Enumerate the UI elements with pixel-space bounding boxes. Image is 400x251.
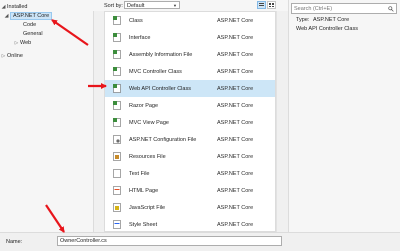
list-view-button[interactable] [257,1,266,9]
tree-item-general[interactable]: General [23,30,43,38]
expand-arrow-icon[interactable]: ▷ [13,39,20,47]
razor-page-icon [113,101,121,110]
installed-header[interactable]: ◢ Installed [0,3,28,11]
list-view-icon [259,3,264,6]
template-item[interactable]: HTML Page ASP.NET Core [105,182,275,199]
html-page-icon [113,186,121,195]
collapse-arrow-icon[interactable]: ◢ [3,12,10,20]
template-item[interactable]: Style Sheet ASP.NET Core [105,216,275,231]
type-label: Type: [296,17,310,23]
search-icon[interactable] [388,6,394,12]
template-name: ASP.NET Configuration File [129,137,197,143]
name-input[interactable] [58,237,282,245]
online-header[interactable]: ▷ Online [0,52,23,60]
template-description: Web API Controller Class [296,26,358,32]
template-name: Web API Controller Class [129,86,191,92]
view-page-icon [113,118,121,127]
template-name: Razor Page [129,103,159,109]
template-name: Style Sheet [129,222,158,228]
template-category: ASP.NET Core [217,52,254,58]
details-pane [288,0,400,232]
template-item[interactable]: Text File ASP.NET Core [105,165,275,182]
interface-icon [113,33,121,42]
template-category: ASP.NET Core [217,154,254,160]
controller-icon [113,84,121,93]
tree-item-web[interactable]: ▷ Web [13,39,31,47]
template-item[interactable]: Class ASP.NET Core [105,12,275,29]
controller-icon [113,67,121,76]
collapse-arrow-icon[interactable]: ◢ [0,3,7,11]
template-categories-pane: ◢ Installed ◢ ASP.NET Core Code General ▷ W… [0,0,94,232]
template-item[interactable]: Web API Controller Class ASP.NET Core [105,80,275,97]
template-category: ASP.NET Core [217,120,254,126]
tree-item-code[interactable]: Code [23,21,36,29]
style-sheet-icon [113,220,121,229]
expand-arrow-icon[interactable]: ▷ [0,52,7,60]
template-list: Class ASP.NET Core Interface ASP.NET Core As… [104,11,276,232]
template-name: Class [129,18,143,24]
template-item[interactable]: Resources File ASP.NET Core [105,148,275,165]
template-name: MVC View Page [129,120,169,126]
template-name: JavaScript File [129,205,166,211]
template-category: ASP.NET Core [217,222,254,228]
template-category: ASP.NET Core [217,103,254,109]
template-category: ASP.NET Core [217,35,254,41]
online-label: Online [7,53,23,59]
template-name: HTML Page [129,188,159,194]
search-box[interactable] [291,3,397,14]
template-category: ASP.NET Core [217,18,254,24]
template-category: ASP.NET Core [217,188,254,194]
template-name: Text File [129,171,150,177]
template-category: ASP.NET Core [217,86,254,92]
template-category: ASP.NET Core [217,137,254,143]
template-item[interactable]: MVC View Page ASP.NET Core [105,114,275,131]
assembly-info-icon [113,50,121,59]
sort-by-label: Sort by: [104,3,123,9]
name-field[interactable] [57,236,282,246]
tree-item-label: General [23,31,43,37]
template-name: Assembly Information File [129,52,193,58]
template-category: ASP.NET Core [217,171,254,177]
text-file-icon [113,169,121,178]
template-list-scrollbar[interactable] [276,11,287,232]
sort-by-value: Default [127,3,145,9]
template-item[interactable]: JavaScript File ASP.NET Core [105,199,275,216]
template-name: Resources File [129,154,166,160]
template-item[interactable]: Assembly Information File ASP.NET Core [105,46,275,63]
tree-item-label: ASP.NET Core [10,12,53,20]
chevron-down-icon: ▼ [173,3,177,8]
installed-label: Installed [7,4,28,10]
template-item[interactable]: MVC Controller Class ASP.NET Core [105,63,275,80]
template-item[interactable]: Interface ASP.NET Core [105,29,275,46]
template-category: ASP.NET Core [217,205,254,211]
template-name: MVC Controller Class [129,69,182,75]
search-input[interactable] [292,4,388,13]
tree-item-label: Code [23,22,37,28]
tree-item-aspnet-core[interactable]: ◢ ASP.NET Core [3,12,53,20]
template-item[interactable]: Razor Page ASP.NET Core [105,97,275,114]
template-name: Interface [129,35,151,41]
javascript-file-icon [113,203,121,212]
type-value: ASP.NET Core [313,17,350,23]
template-category: ASP.NET Core [217,69,254,75]
tile-view-icon [269,3,274,7]
sort-by-dropdown[interactable]: Default ▼ [124,1,180,9]
tile-view-button[interactable] [267,1,276,9]
template-item[interactable]: ASP.NET Configuration File ASP.NET Core [105,131,275,148]
class-icon [113,16,121,25]
resources-icon [113,152,121,161]
config-file-icon [113,135,121,144]
name-label: Name: [6,239,23,245]
tree-item-label: Web [20,40,32,46]
